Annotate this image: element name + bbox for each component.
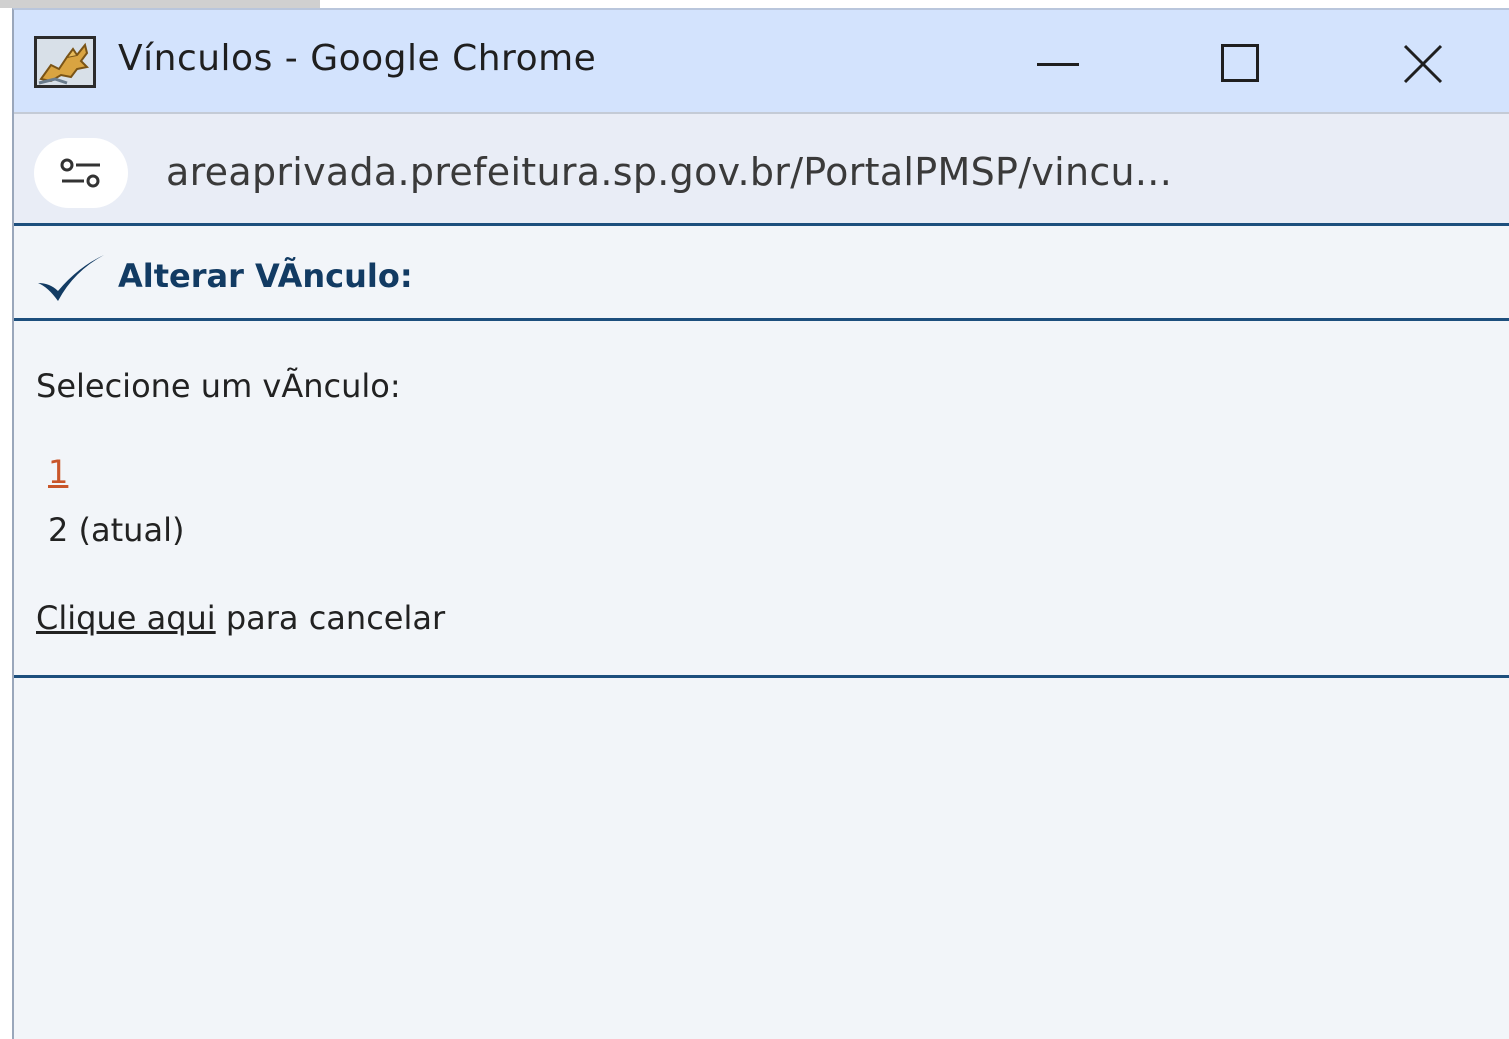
window-title: Vínculos - Google Chrome <box>118 38 597 79</box>
cancel-row: Clique aqui para cancelar <box>36 599 445 637</box>
minimize-icon <box>1037 63 1079 66</box>
page-content: Alterar VÃnculo: Selecione um vÃnculo: 1… <box>14 229 1509 1039</box>
maximize-button[interactable] <box>1196 30 1286 94</box>
minimize-button[interactable] <box>1014 30 1104 94</box>
tune-icon <box>60 158 100 188</box>
site-info-button[interactable] <box>34 138 128 208</box>
url-text[interactable]: areaprivada.prefeitura.sp.gov.br/PortalP… <box>166 150 1172 194</box>
background-window-edge <box>0 0 320 8</box>
tomcat-icon <box>34 36 96 88</box>
divider <box>14 675 1509 678</box>
address-bar: areaprivada.prefeitura.sp.gov.br/PortalP… <box>14 114 1509 226</box>
browser-popup-window: Vínculos - Google Chrome areaprivada.pre… <box>12 8 1509 1039</box>
option-link-1[interactable]: 1 <box>48 453 68 491</box>
section-title: Alterar VÃnculo: <box>118 257 413 295</box>
select-prompt: Selecione um vÃnculo: <box>36 367 401 405</box>
close-icon <box>1403 44 1443 84</box>
cancel-text: para cancelar <box>215 599 446 637</box>
maximize-icon <box>1221 44 1259 82</box>
close-button[interactable] <box>1380 30 1470 94</box>
option-current-2: 2 (atual) <box>48 511 185 549</box>
section-header: Alterar VÃnculo: <box>14 229 1509 321</box>
checkmark-icon <box>38 255 104 301</box>
title-bar[interactable]: Vínculos - Google Chrome <box>14 10 1509 114</box>
cancel-link[interactable]: Clique aqui <box>36 599 216 637</box>
